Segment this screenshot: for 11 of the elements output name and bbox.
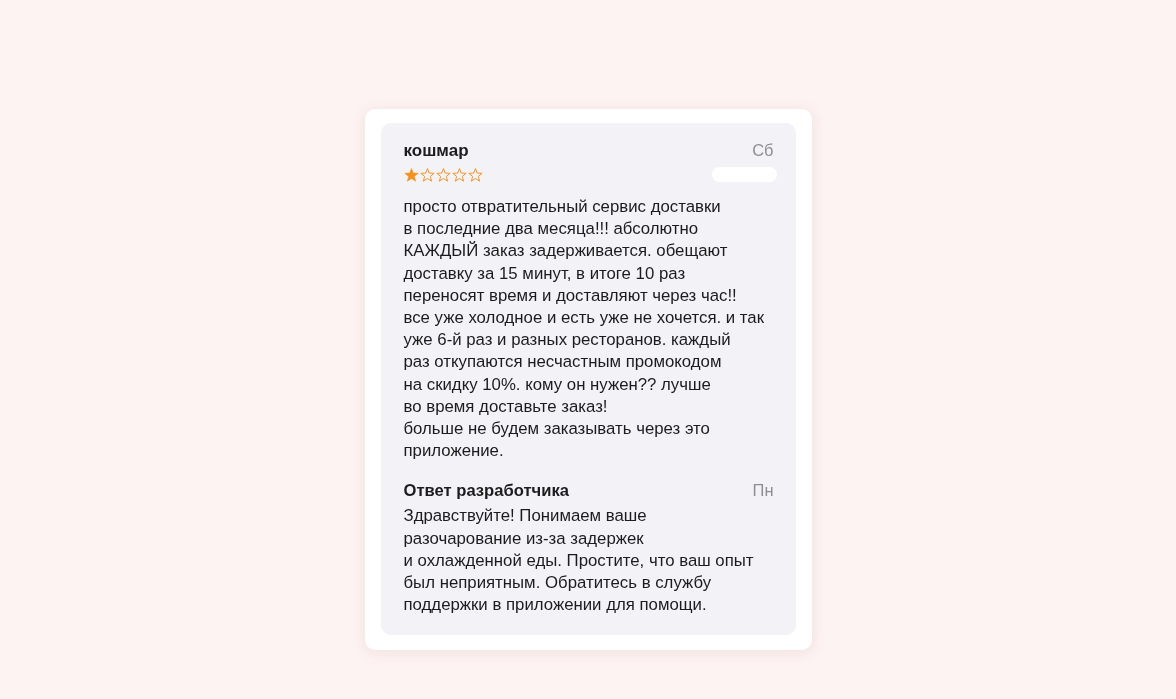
response-date: Пн <box>752 480 774 502</box>
review-text: просто отвратительный сервис доставки в последние два месяца!!! абсолютно КАЖДЫЙ заказ задерживается. обещают доставку за 15 минут, в итоге 10 раз переносят время и доставляют через час!! все уже холодное и есть уже не хочется. и так уже 6-й раз и разных ресторанов. каждый раз откупаются несчастным промокодом на скидку 10%. кому он нужен?? лучше во время доставьте заказ! больше не будем заказывать через это приложение. <box>403 196 766 463</box>
response-title: Ответ разработчика <box>403 480 569 503</box>
star-outline-icon <box>435 167 451 182</box>
star-outline-icon <box>451 167 467 182</box>
star-outline-icon <box>419 167 435 182</box>
review-title: кошмар <box>403 140 469 162</box>
response-text: Здравствуйте! Понимаем ваше разочарование из-за задержек и охлажденной еды. Простите, что ваш опыт был неприятным. Обратитесь в службу поддержки в приложении для помощи. <box>403 505 755 617</box>
review-date: Сб <box>752 140 774 161</box>
star-icon <box>403 167 419 182</box>
star-outline-icon <box>467 167 483 182</box>
